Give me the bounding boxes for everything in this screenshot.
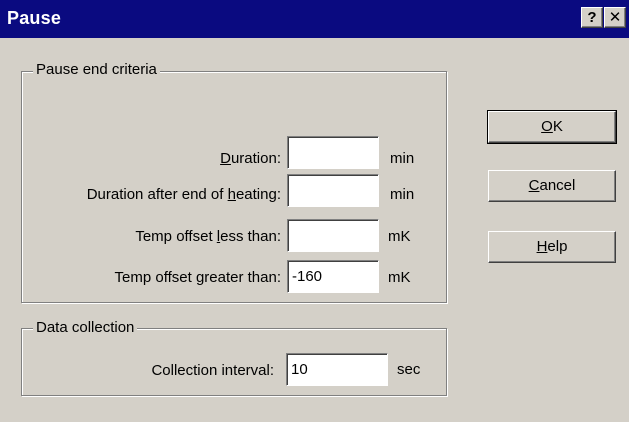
temp-offset-greater-unit: mK xyxy=(388,269,411,286)
window-title: Pause xyxy=(7,8,62,28)
data-collection-title: Data collection xyxy=(33,319,138,337)
help-button[interactable]: Help xyxy=(488,231,616,263)
help-icon[interactable]: ? xyxy=(581,7,603,28)
temp-offset-less-label: Temp offset less than: xyxy=(135,228,281,245)
cancel-button[interactable]: Cancel xyxy=(488,170,616,202)
temp-offset-less-unit: mK xyxy=(388,228,411,245)
duration-field[interactable] xyxy=(287,136,379,169)
close-icon[interactable]: ✕ xyxy=(604,7,626,28)
temp-offset-less-field[interactable] xyxy=(287,219,379,252)
temp-offset-greater-field[interactable]: -160 xyxy=(287,260,379,293)
collection-interval-unit: sec xyxy=(397,361,421,378)
duration-after-heating-field[interactable] xyxy=(287,174,379,207)
duration-label: Duration: xyxy=(220,150,281,167)
ok-button[interactable]: OK xyxy=(487,110,617,144)
collection-interval-label: Collection interval: xyxy=(151,362,274,379)
duration-after-heating-unit: min xyxy=(390,186,415,203)
duration-after-heating-label: Duration after end of heating: xyxy=(86,186,281,203)
collection-interval-field[interactable]: 10 xyxy=(286,353,388,386)
duration-unit: min xyxy=(390,150,415,167)
pause-end-criteria-title: Pause end criteria xyxy=(33,61,160,79)
temp-offset-greater-label: Temp offset greater than: xyxy=(114,269,282,286)
title-bar: Pause ? ✕ xyxy=(0,0,629,38)
